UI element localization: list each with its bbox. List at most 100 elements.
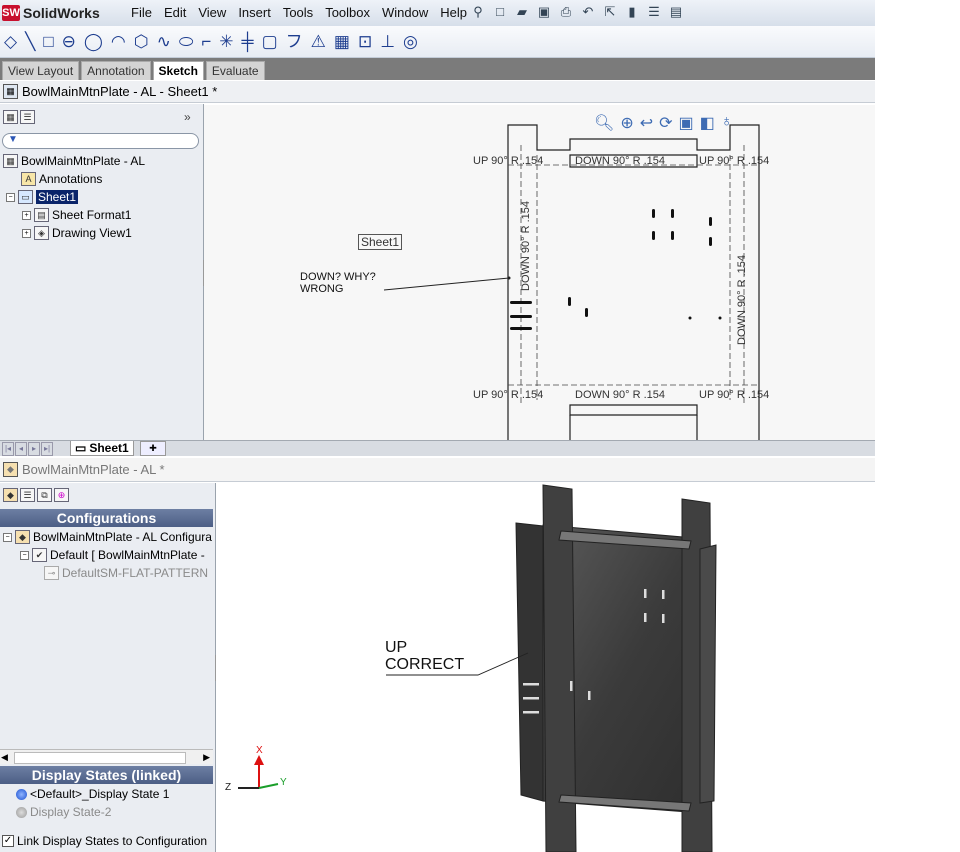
configuration-manager-tab-icon[interactable]: ⧉: [37, 488, 52, 502]
feature-manager-tab-icon[interactable]: ▦: [3, 110, 18, 124]
command-manager-tabs: View Layout Annotation Sketch Evaluate: [0, 58, 875, 80]
scroll-right-icon[interactable]: ▶: [203, 750, 210, 764]
display-state-2[interactable]: Display State-2: [16, 805, 111, 819]
tree-root-drawing[interactable]: ▦ BowlMainMtnPlate - AL: [3, 154, 145, 168]
dimension-right-vertical[interactable]: DOWN 90° R .154: [736, 255, 748, 345]
sheet-navigation: |◂ ◂ ▸ ▸|: [2, 442, 53, 456]
drawing-document-title-bar: ▦ BowlMainMtnPlate - AL - Sheet1 *: [0, 81, 875, 103]
previous-sheet-icon[interactable]: ◂: [15, 442, 27, 456]
triad-z-label: Z: [225, 782, 232, 793]
slot-icon[interactable]: ⊖: [62, 32, 76, 52]
display-state-1[interactable]: <Default>_Display State 1: [16, 787, 169, 801]
configurations-header: Configurations: [0, 509, 213, 527]
first-sheet-icon[interactable]: |◂: [2, 442, 14, 456]
menu-file[interactable]: File: [125, 5, 158, 20]
dimension-bottom-left[interactable]: UP 90° R .154: [473, 389, 543, 401]
tab-evaluate[interactable]: Evaluate: [205, 61, 265, 80]
dimxpert-tab-icon[interactable]: ⊕: [54, 488, 69, 502]
scrollbar-thumb[interactable]: [14, 752, 186, 764]
note-down-why-wrong[interactable]: DOWN? WHY? WRONG: [300, 271, 376, 295]
print-icon[interactable]: ⎙: [558, 4, 574, 20]
fillet-icon[interactable]: ⌐: [201, 32, 211, 52]
tab-annotation[interactable]: Annotation: [81, 61, 151, 80]
expand-panel-icon[interactable]: »: [184, 110, 191, 124]
save-icon[interactable]: ▣: [536, 4, 552, 20]
arc-icon[interactable]: ◠: [111, 32, 126, 52]
dimension-top-left[interactable]: UP 90° R .154: [473, 155, 543, 167]
menu-tools[interactable]: Tools: [277, 5, 319, 20]
scroll-left-icon[interactable]: ◀: [1, 750, 8, 764]
part-document-icon: ◆: [3, 462, 18, 477]
tab-sketch[interactable]: Sketch: [152, 61, 204, 80]
pattern-icon[interactable]: ▦: [334, 32, 350, 52]
sheet-label[interactable]: Sheet1: [358, 234, 403, 250]
feature-manager-tab-icon[interactable]: ◆: [3, 488, 18, 502]
tree-item-sheet-format[interactable]: + ▤ Sheet Format1: [22, 208, 131, 222]
open-folder-icon[interactable]: ▰: [514, 4, 530, 20]
menu-insert[interactable]: Insert: [232, 5, 277, 20]
file-properties-icon[interactable]: ☰: [646, 4, 662, 20]
dimension-bottom-center[interactable]: DOWN 90° R .154: [575, 389, 665, 401]
config-root[interactable]: − ◆ BowlMainMtnPlate - AL Configura: [3, 530, 212, 544]
configuration-icon: ✔: [32, 548, 47, 562]
menu-window[interactable]: Window: [376, 5, 434, 20]
tree-item-drawing-view[interactable]: + ◈ Drawing View1: [22, 226, 132, 240]
ellipse-icon[interactable]: ⬭: [179, 32, 194, 52]
note-up-correct[interactable]: UP CORRECT: [385, 639, 464, 673]
select-icon[interactable]: ⇱: [602, 4, 618, 20]
model-graphics-area[interactable]: UP CORRECT X Z Y: [216, 483, 875, 852]
sketch-toolbar: ◇ ╲ □ ⊖ ◯ ◠ ⬡ ∿ ⬭ ⌐ ✳ ╪ ▢ フ ⚠ ▦ ⊡ ⊥ ◎: [0, 26, 875, 58]
centerline-icon[interactable]: ╪: [242, 32, 254, 52]
menu-toolbox[interactable]: Toolbox: [319, 5, 376, 20]
solidworks-logo[interactable]: SW SolidWorks: [2, 4, 100, 22]
sheet-tab-sheet1[interactable]: ▭ Sheet1: [70, 441, 134, 456]
sheet-format-icon: ▤: [34, 208, 49, 222]
rectangle-icon[interactable]: □: [43, 32, 53, 52]
mirror-icon[interactable]: ⚠: [311, 32, 326, 52]
config-default[interactable]: − ✔ Default [ BowlMainMtnPlate -: [20, 548, 205, 562]
collapse-icon[interactable]: −: [3, 532, 12, 542]
dimension-bottom-right[interactable]: UP 90° R .154: [699, 389, 769, 401]
dimension-left-vertical[interactable]: DOWN 90° R .154: [520, 201, 532, 291]
tab-view-layout[interactable]: View Layout: [2, 61, 80, 80]
expand-icon[interactable]: +: [22, 228, 31, 238]
collapse-icon[interactable]: −: [6, 192, 15, 202]
offset-icon[interactable]: ▢: [262, 32, 278, 52]
spline-icon[interactable]: ∿: [157, 32, 171, 52]
tree-item-annotations[interactable]: A Annotations: [21, 172, 102, 186]
undo-icon[interactable]: ↶: [580, 4, 596, 20]
tree-item-sheet1[interactable]: − ▭ Sheet1: [6, 190, 79, 204]
property-manager-tab-icon[interactable]: ☰: [20, 488, 35, 502]
line-icon[interactable]: ╲: [25, 32, 35, 52]
rebuild-icon[interactable]: ▮: [624, 4, 640, 20]
filter-input[interactable]: ▼: [2, 133, 199, 149]
circle-icon[interactable]: ◯: [84, 32, 103, 52]
checkbox-checked-icon[interactable]: ✓: [2, 835, 14, 847]
add-sheet-icon[interactable]: ✚: [140, 441, 166, 456]
trim-icon[interactable]: フ: [286, 32, 303, 52]
block-icon[interactable]: ⊡: [358, 32, 372, 52]
config-flat-pattern[interactable]: ⊸ DefaultSM-FLAT-PATTERN: [44, 566, 208, 580]
new-document-icon[interactable]: □: [492, 4, 508, 20]
next-sheet-icon[interactable]: ▸: [28, 442, 40, 456]
relations-icon[interactable]: ⊥: [380, 32, 395, 52]
drawing-graphics-area[interactable]: 🔍︎ ⊕ ↩ ⟳ ▣ ◧ ♁ UP 90° R .154 DOWN 90° R …: [204, 105, 875, 440]
property-manager-tab-icon[interactable]: ☰: [20, 110, 35, 124]
dimension-top-center[interactable]: DOWN 90° R .154: [575, 155, 665, 167]
menu-edit[interactable]: Edit: [158, 5, 192, 20]
help-pin-icon[interactable]: ⚲: [470, 4, 486, 20]
collapse-icon[interactable]: −: [20, 550, 29, 560]
menu-help[interactable]: Help: [434, 5, 473, 20]
horizontal-scrollbar[interactable]: ◀ ▶: [0, 749, 213, 764]
expand-icon[interactable]: +: [22, 210, 31, 220]
repair-sketch-icon[interactable]: ◎: [403, 32, 418, 52]
smart-dimension-icon[interactable]: ◇: [4, 32, 17, 52]
point-icon[interactable]: ✳: [219, 32, 233, 52]
options-icon[interactable]: ▤: [668, 4, 684, 20]
last-sheet-icon[interactable]: ▸|: [41, 442, 53, 456]
link-display-states-checkbox[interactable]: ✓ Link Display States to Configuration: [2, 834, 207, 848]
drawing-document-title: BowlMainMtnPlate - AL - Sheet1 *: [22, 84, 218, 99]
polygon-icon[interactable]: ⬡: [134, 32, 149, 52]
menu-view[interactable]: View: [192, 5, 232, 20]
dimension-top-right[interactable]: UP 90° R .154: [699, 155, 769, 167]
